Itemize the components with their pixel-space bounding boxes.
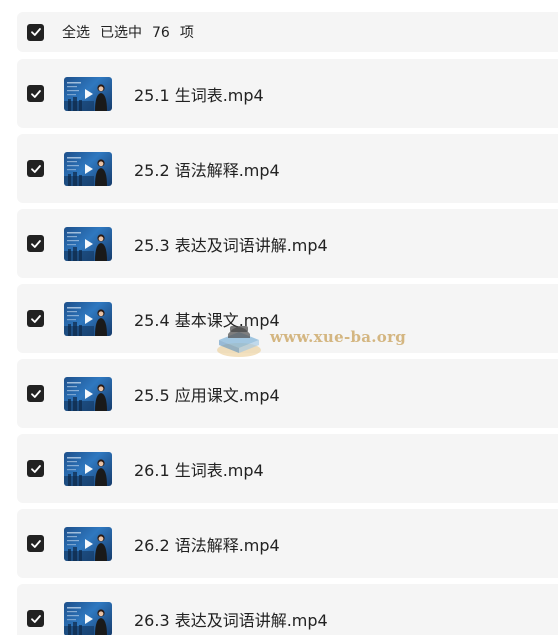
video-thumbnail (64, 76, 112, 111)
selected-count: 76 (152, 25, 170, 41)
file-checkbox[interactable] (27, 610, 44, 627)
checkmark-icon (30, 164, 41, 173)
select-all-checkbox[interactable] (27, 23, 44, 41)
file-checkbox[interactable] (27, 460, 44, 477)
file-row[interactable]: 25.1 生词表.mp4 (17, 59, 558, 128)
file-checkbox[interactable] (27, 385, 44, 402)
select-all-bar: 全选 已选中 76 项 (17, 12, 558, 52)
file-checkbox[interactable] (27, 235, 44, 252)
file-name: 25.1 生词表.mp4 (134, 85, 264, 105)
file-name: 26.3 表达及词语讲解.mp4 (134, 610, 328, 630)
video-thumbnail (64, 601, 112, 635)
video-thumbnail (64, 526, 112, 561)
file-row[interactable]: 25.4 基本课文.mp4 (17, 284, 558, 353)
checkmark-icon (30, 539, 41, 548)
file-list: 25.1 生词表.mp4 25.2 语法解释.mp4 25.3 表达及词语讲解.mp… (17, 59, 558, 635)
video-thumbnail (64, 451, 112, 486)
file-selection-page: 全选 已选中 76 项 25.1 生词表.mp4 25.2 语法解释.mp4 25.3 表… (0, 0, 558, 635)
selection-summary: 全选 已选中 76 项 (62, 22, 194, 42)
video-thumbnail (64, 151, 112, 186)
file-checkbox[interactable] (27, 85, 44, 102)
file-checkbox[interactable] (27, 160, 44, 177)
select-all-label[interactable]: 全选 (62, 25, 90, 41)
video-thumbnail (64, 376, 112, 411)
file-name: 25.5 应用课文.mp4 (134, 385, 280, 405)
video-thumbnail (64, 301, 112, 336)
video-thumbnail (64, 226, 112, 261)
file-name: 26.2 语法解释.mp4 (134, 535, 280, 555)
checkmark-icon (30, 314, 41, 323)
file-row[interactable]: 25.5 应用课文.mp4 (17, 359, 558, 428)
checkmark-icon (30, 89, 41, 98)
file-checkbox[interactable] (27, 310, 44, 327)
file-name: 26.1 生词表.mp4 (134, 460, 264, 480)
file-row[interactable]: 26.3 表达及词语讲解.mp4 (17, 584, 558, 635)
file-name: 25.2 语法解释.mp4 (134, 160, 280, 180)
file-checkbox[interactable] (27, 535, 44, 552)
checkmark-icon (30, 614, 41, 623)
selected-prefix: 已选中 (100, 25, 142, 41)
checkmark-icon (30, 239, 41, 248)
file-row[interactable]: 26.2 语法解释.mp4 (17, 509, 558, 578)
file-row[interactable]: 25.2 语法解释.mp4 (17, 134, 558, 203)
selected-suffix: 项 (179, 25, 194, 41)
checkmark-icon (30, 28, 41, 36)
file-row[interactable]: 25.3 表达及词语讲解.mp4 (17, 209, 558, 278)
file-name: 25.4 基本课文.mp4 (134, 310, 280, 330)
file-row[interactable]: 26.1 生词表.mp4 (17, 434, 558, 503)
file-name: 25.3 表达及词语讲解.mp4 (134, 235, 328, 255)
checkmark-icon (30, 464, 41, 473)
checkmark-icon (30, 389, 41, 398)
